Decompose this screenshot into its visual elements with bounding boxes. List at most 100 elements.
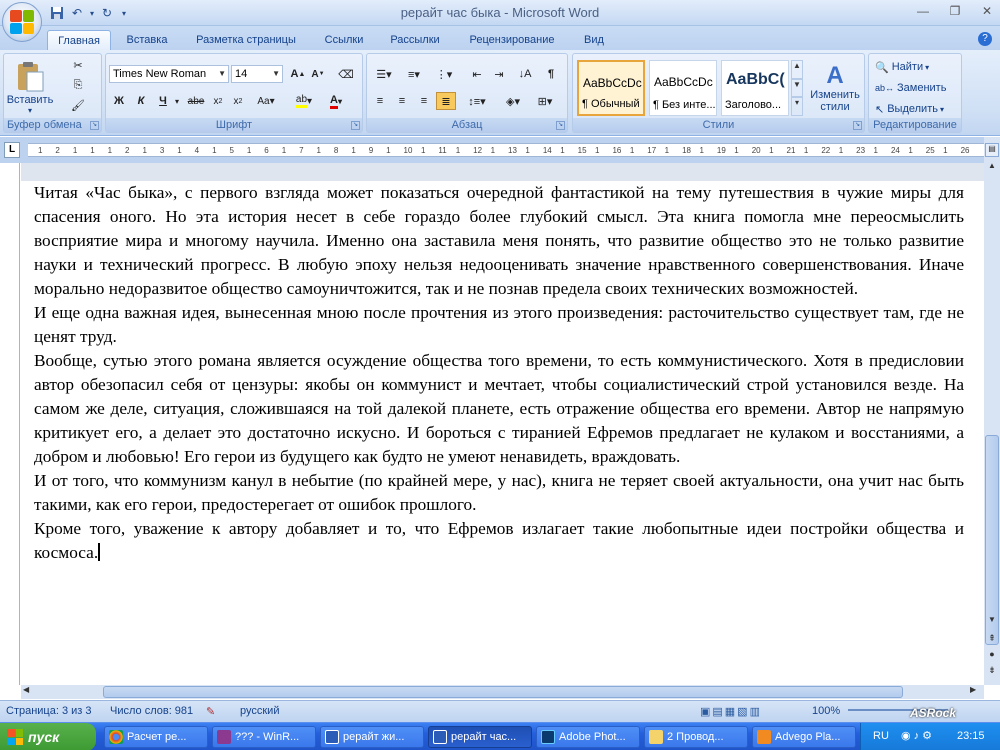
document-area[interactable]: Читая «Час быка», с первого взгляда може…: [21, 163, 984, 685]
close-icon[interactable]: ✕: [978, 2, 996, 20]
copy-icon[interactable]: ⎘: [68, 76, 88, 94]
ruler-tick: 1: [699, 146, 704, 155]
font-color-icon[interactable]: A ▾: [322, 92, 350, 110]
paragraph[interactable]: Читая «Час быка», с первого взгляда може…: [34, 181, 964, 301]
tab-page-layout[interactable]: Разметка страницы: [186, 30, 306, 50]
multilevel-list-icon[interactable]: ⋮▾: [430, 65, 458, 83]
office-button[interactable]: [2, 2, 42, 42]
minimize-icon[interactable]: —: [914, 2, 932, 20]
superscript-icon[interactable]: x2: [228, 92, 248, 110]
line-spacing-icon[interactable]: ↕≡▾: [463, 92, 491, 110]
tab-selector-icon[interactable]: L: [4, 142, 20, 158]
task-word-1[interactable]: рерайт жи...: [320, 726, 424, 748]
language-tray[interactable]: RU: [873, 730, 889, 742]
paragraph[interactable]: Кроме того, уважение к автору добавляет …: [34, 517, 964, 565]
find-button[interactable]: 🔍 Найти ▾: [875, 58, 929, 76]
highlight-icon[interactable]: ab ▾: [290, 92, 318, 110]
paragraph[interactable]: И от того, что коммунизм канул в небытие…: [34, 469, 964, 517]
zoom-level[interactable]: 100%: [812, 705, 840, 717]
task-winrar[interactable]: ??? - WinR...: [212, 726, 316, 748]
subscript-icon[interactable]: x2: [208, 92, 228, 110]
style-no-spacing[interactable]: AaBbCcDc ¶ Без инте...: [649, 60, 717, 116]
show-marks-icon[interactable]: ¶: [541, 65, 561, 83]
align-right-icon[interactable]: ≡: [414, 92, 434, 110]
ruler-toggle-icon[interactable]: ▤: [985, 143, 999, 157]
styles-more-icon[interactable]: ▾: [791, 97, 803, 117]
borders-icon[interactable]: ⊞▾: [531, 92, 559, 110]
underline-icon[interactable]: Ч: [153, 92, 173, 110]
tab-insert[interactable]: Вставка: [118, 30, 176, 50]
tray-icons[interactable]: ◉♪⚙: [901, 729, 935, 742]
page-count[interactable]: Страница: 3 из 3: [6, 705, 92, 717]
language-indicator[interactable]: русский: [240, 705, 279, 717]
task-photoshop[interactable]: Adobe Phot...: [536, 726, 640, 748]
scroll-right-icon[interactable]: ▶: [970, 685, 982, 694]
numbering-icon[interactable]: ≡▾: [400, 65, 428, 83]
ruler-tick: 3: [159, 146, 165, 155]
format-painter-icon[interactable]: 🖌: [68, 96, 88, 114]
align-center-icon[interactable]: ≡: [392, 92, 412, 110]
grow-font-icon[interactable]: A ▲: [288, 65, 308, 83]
bullets-icon[interactable]: ☰▾: [370, 65, 398, 83]
word-count[interactable]: Число слов: 981: [110, 705, 193, 717]
styles-down-icon[interactable]: ▼: [791, 78, 803, 98]
proofing-icon[interactable]: ✎: [206, 705, 215, 718]
shading-icon[interactable]: ◈▾: [499, 92, 527, 110]
styles-up-icon[interactable]: ▲: [791, 60, 803, 79]
document-body[interactable]: Читая «Час быка», с первого взгляда може…: [34, 181, 964, 565]
vertical-scroll-thumb[interactable]: [985, 435, 999, 645]
tab-references[interactable]: Ссылки: [316, 30, 372, 50]
strikethrough-icon[interactable]: abe: [186, 92, 206, 110]
clipboard-launcher-icon[interactable]: ↘: [90, 121, 99, 130]
align-left-icon[interactable]: ≡: [370, 92, 390, 110]
scroll-up-icon[interactable]: ▲: [985, 161, 999, 175]
task-explorer[interactable]: 2 Провод...: [644, 726, 748, 748]
paragraph-launcher-icon[interactable]: ↘: [556, 121, 565, 130]
task-chrome[interactable]: Расчет ре...: [104, 726, 208, 748]
font-name-dropdown-icon[interactable]: ▼: [218, 66, 226, 82]
shrink-font-icon[interactable]: A ▼: [308, 65, 328, 83]
task-advego[interactable]: Advego Pla...: [752, 726, 856, 748]
font-name-combo[interactable]: Times New Roman ▼: [109, 65, 229, 83]
replace-button[interactable]: ab↔ Заменить: [875, 79, 946, 97]
style-normal[interactable]: AaBbCcDc ¶ Обычный: [577, 60, 645, 116]
font-size-combo[interactable]: 14 ▼: [231, 65, 283, 83]
style-heading-1[interactable]: AaBbC( Заголово...: [721, 60, 789, 116]
cut-icon[interactable]: ✂: [68, 56, 88, 74]
horizontal-ruler[interactable]: 1 2 1 1 1 2 1 3 1 4 1 5 1 6 1 7 1 8 1 9 1 10 1 11 1 12 1 13 1 14 1 15 1 1…: [28, 143, 988, 157]
increase-indent-icon[interactable]: ⇥: [489, 65, 509, 83]
tab-mailings[interactable]: Рассылки: [382, 30, 448, 50]
scroll-left-icon[interactable]: ◀: [23, 685, 35, 694]
decrease-indent-icon[interactable]: ⇤: [467, 65, 487, 83]
italic-icon[interactable]: К: [131, 92, 151, 110]
select-browse-object-icon[interactable]: ●: [985, 649, 999, 663]
next-page-icon[interactable]: ⇟: [985, 665, 999, 679]
styles-launcher-icon[interactable]: ↘: [853, 121, 862, 130]
paragraph[interactable]: И еще одна важная идея, вынесенная мною …: [34, 301, 964, 349]
help-icon[interactable]: ?: [978, 32, 992, 46]
tab-review[interactable]: Рецензирование: [458, 30, 566, 50]
vertical-scrollbar[interactable]: ▤ ▲ ▼ ⇞ ● ⇟: [984, 137, 1000, 685]
bold-icon[interactable]: Ж: [109, 92, 129, 110]
horizontal-scrollbar[interactable]: ◀ ▶: [21, 685, 984, 699]
change-styles-button[interactable]: A Изменить стили: [807, 58, 863, 118]
maximize-icon[interactable]: ❐: [946, 2, 964, 20]
underline-dropdown-icon[interactable]: ▾: [172, 92, 182, 110]
font-size-dropdown-icon[interactable]: ▼: [272, 66, 280, 82]
start-button[interactable]: пуск: [0, 723, 96, 750]
font-launcher-icon[interactable]: ↘: [351, 121, 360, 130]
justify-icon[interactable]: ≣: [436, 92, 456, 110]
tab-view[interactable]: Вид: [576, 30, 612, 50]
paragraph[interactable]: Вообще, сутью этого романа является осуж…: [34, 349, 964, 469]
horizontal-scroll-thumb[interactable]: [103, 686, 903, 698]
previous-page-icon[interactable]: ⇞: [985, 633, 999, 647]
scroll-down-icon[interactable]: ▼: [985, 615, 999, 629]
task-word-2[interactable]: рерайт час...: [428, 726, 532, 748]
paste-button[interactable]: Вставить ▾: [7, 56, 53, 118]
clear-formatting-icon[interactable]: ⌫: [336, 65, 356, 83]
change-case-icon[interactable]: Aa▾: [252, 92, 280, 110]
select-button[interactable]: ↖ Выделить ▾: [875, 100, 944, 118]
view-buttons[interactable]: ▣▤▦▧▥: [700, 705, 762, 718]
tab-home[interactable]: Главная: [47, 30, 111, 50]
sort-icon[interactable]: ↓A: [515, 65, 535, 83]
